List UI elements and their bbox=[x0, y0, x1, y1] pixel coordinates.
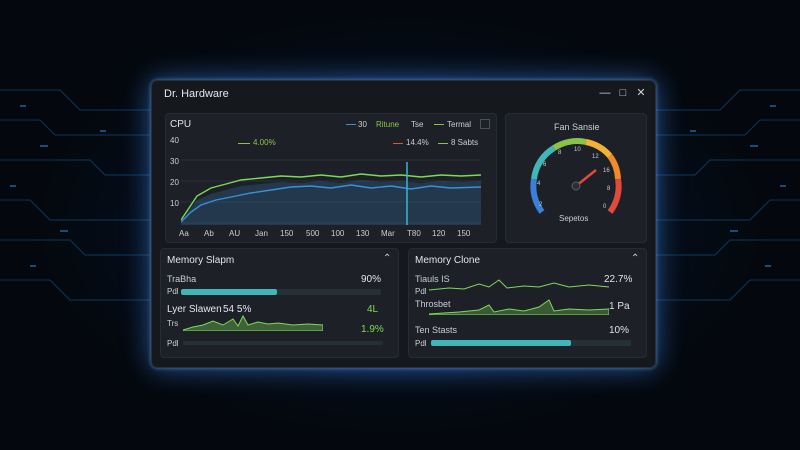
legend-swatch-4 bbox=[434, 124, 444, 125]
annotation-mid: 14.4% bbox=[406, 138, 429, 147]
x-tick: T80 bbox=[407, 229, 421, 238]
gauge-scale: 16 bbox=[603, 168, 610, 174]
fan-speed-panel: Fan Sansie 2 4 6 8 10 12 16 8 0 Sepetos bbox=[505, 113, 647, 243]
row2-value: 1 Pa bbox=[609, 301, 630, 312]
y-tick-30: 30 bbox=[170, 157, 179, 166]
fan-bottom-label: Sepetos bbox=[559, 214, 589, 223]
x-tick: Jan bbox=[255, 229, 268, 238]
row3-label: Ten Stasts bbox=[415, 325, 458, 335]
row2-value: 4L bbox=[367, 304, 379, 315]
x-tick: 100 bbox=[331, 229, 345, 238]
annotation-top: 4.00% bbox=[253, 138, 276, 147]
row3-label: Trs bbox=[167, 319, 179, 328]
memory-right-panel: Memory Clone ⌃ Tiauls IS 22.7% Pdl Thros… bbox=[408, 248, 647, 358]
y-tick-20: 20 bbox=[170, 178, 179, 187]
legend-options-icon[interactable] bbox=[480, 119, 490, 129]
cpu-graph bbox=[181, 159, 481, 225]
annotation-right: 8 Sabts bbox=[451, 138, 479, 147]
legend-label-1: 30 bbox=[358, 120, 367, 129]
gauge-scale: 8 bbox=[558, 150, 562, 156]
row3-bar-fill bbox=[431, 340, 571, 346]
gauge-scale: 8 bbox=[607, 186, 611, 192]
chevron-up-icon[interactable]: ⌃ bbox=[383, 253, 391, 264]
row1-label: TraBha bbox=[167, 274, 197, 284]
row1-sparkline bbox=[429, 279, 609, 291]
legend-swatch-1 bbox=[346, 124, 356, 125]
gauge-scale: 10 bbox=[574, 147, 581, 153]
row3-value: 1.9% bbox=[361, 324, 384, 335]
x-tick: 130 bbox=[356, 229, 370, 238]
cpu-panel: CPU 30 Ritune Tse Termal 40 30 20 10 4.0… bbox=[165, 113, 497, 243]
row3-sub: Pdl bbox=[415, 339, 427, 348]
minimize-icon[interactable]: — bbox=[599, 87, 611, 99]
row3-value: 10% bbox=[609, 325, 630, 336]
annotation-mid-line bbox=[393, 143, 403, 144]
y-tick-40: 40 bbox=[170, 136, 179, 145]
annotation-top-line bbox=[238, 143, 250, 144]
memory-left-title: Memory Slapm bbox=[167, 255, 235, 266]
row3-sparkline bbox=[183, 314, 323, 331]
row3-sub: Pdl bbox=[167, 339, 179, 348]
circuit-decoration-right bbox=[650, 89, 800, 301]
row2-sparkline bbox=[429, 299, 609, 315]
circuit-decoration-left bbox=[0, 89, 150, 301]
x-tick: Mar bbox=[381, 229, 395, 238]
x-tick: 150 bbox=[280, 229, 294, 238]
row1-sub: Pdl bbox=[415, 287, 427, 296]
row1-value: 90% bbox=[361, 274, 382, 285]
app-window: Dr. Hardware — □ ✕ CPU 30 Ritune Tse Ter… bbox=[151, 80, 656, 368]
x-tick: Aa bbox=[179, 229, 189, 238]
memory-left-panel: Memory Slapm ⌃ TraBha 90% Pdl Lyer Slawe… bbox=[160, 248, 399, 358]
x-tick: AU bbox=[229, 229, 241, 238]
gauge-scale: 0 bbox=[603, 204, 607, 210]
window-title: Dr. Hardware bbox=[164, 88, 229, 100]
x-tick: 500 bbox=[306, 229, 320, 238]
legend-label-2: Ritune bbox=[376, 120, 400, 129]
gauge-scale: 12 bbox=[592, 154, 599, 160]
row1-sub: Pdl bbox=[167, 287, 179, 296]
fan-title: Fan Sansie bbox=[554, 122, 600, 132]
gauge-scale: 2 bbox=[539, 202, 543, 208]
x-tick: Ab bbox=[204, 229, 214, 238]
legend-label-4: Termal bbox=[447, 120, 472, 129]
close-icon[interactable]: ✕ bbox=[635, 87, 647, 99]
gauge-scale: 6 bbox=[543, 162, 547, 168]
row1-bar bbox=[181, 289, 381, 295]
y-tick-10: 10 bbox=[170, 199, 179, 208]
title-bar: Dr. Hardware — □ ✕ bbox=[152, 81, 655, 107]
chevron-up-icon[interactable]: ⌃ bbox=[631, 253, 639, 264]
gauge-scale: 4 bbox=[537, 181, 541, 187]
memory-right-title: Memory Clone bbox=[415, 255, 481, 266]
legend-label-3: Tse bbox=[411, 120, 424, 129]
row1-bar-fill bbox=[181, 289, 277, 295]
maximize-icon[interactable]: □ bbox=[617, 87, 629, 99]
annotation-right-line bbox=[438, 143, 448, 144]
x-tick: 120 bbox=[432, 229, 446, 238]
x-tick: 150 bbox=[457, 229, 471, 238]
cpu-title: CPU bbox=[170, 119, 192, 130]
row3-bar bbox=[183, 341, 383, 345]
row3-bar bbox=[431, 340, 631, 346]
